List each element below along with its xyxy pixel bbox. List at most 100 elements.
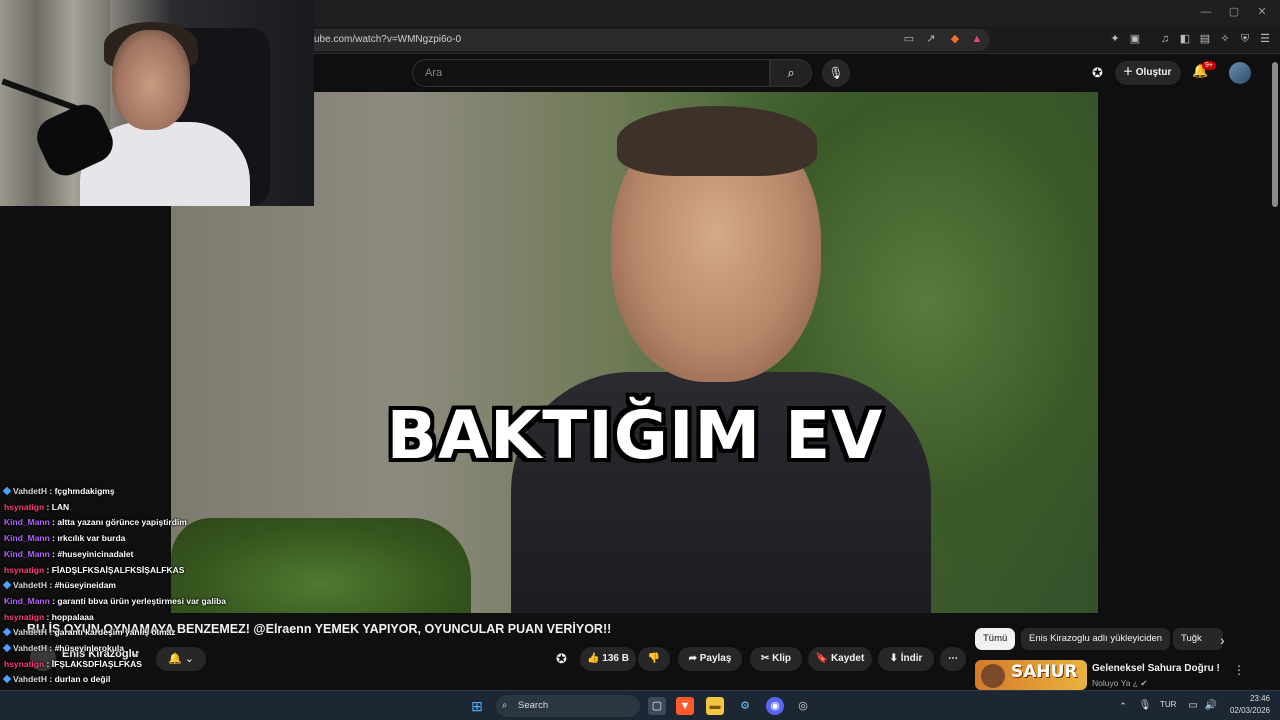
suggested-more-icon[interactable]: ⋮	[1233, 663, 1245, 677]
share-label: Paylaş	[699, 653, 732, 664]
premium-action-icon[interactable]: ✪	[556, 651, 567, 667]
chat-username: Kind_Mann	[4, 533, 50, 544]
search-button[interactable]: ⌕	[770, 59, 812, 87]
chat-username: hsynatign	[4, 658, 45, 669]
chat-text: durlan o değil	[54, 674, 111, 685]
chat-message: VahdetH : garantı kardeşim yanlış olmaz	[2, 625, 176, 640]
bookmark-icon: 🔖	[815, 653, 831, 664]
clip-button[interactable]: ✂ Klip	[750, 647, 802, 671]
chat-separator: :	[47, 627, 55, 638]
chat-badge-icon	[2, 628, 12, 637]
save-label: Kaydet	[830, 653, 865, 664]
chat-message: Kind_Mann : #huseyinicinadalet	[4, 547, 133, 562]
sidebar-icon[interactable]: ◧	[1178, 32, 1192, 46]
chat-message: hsynatign : FİADŞLFKSAİŞALFKSİŞALFKAS	[4, 563, 184, 578]
cast-icon[interactable]: ▭	[902, 32, 916, 46]
plus-icon: ＋	[1123, 67, 1136, 78]
chat-text: altta yazanı görünce yapiştirdim	[57, 517, 187, 528]
suggested-channel-name: Noluyo Ya ¿	[1092, 678, 1138, 688]
more-actions-button[interactable]: ⋯	[940, 647, 966, 671]
chip-uploader[interactable]: Enis Kirazoglu adlı yükleyiciden	[1021, 628, 1171, 650]
download-icon: ⬇	[889, 653, 901, 664]
avatar[interactable]	[1229, 62, 1251, 84]
chat-username: VahdetH	[13, 674, 48, 685]
discord-icon[interactable]: ◉	[766, 697, 784, 715]
chat-username: VahdetH	[13, 580, 48, 591]
tray-mic-icon[interactable]: 🎙	[1136, 697, 1154, 715]
input-language[interactable]: TUR	[1160, 700, 1176, 709]
chat-username: Kind_Mann	[4, 595, 50, 606]
tray-chevron-up-icon[interactable]: ⌃	[1114, 697, 1132, 715]
premium-icon[interactable]: ✪	[1092, 65, 1103, 81]
chat-text: fçghmdakigmş	[54, 486, 115, 496]
volume-icon[interactable]: 🔊	[1202, 697, 1220, 715]
restore-icon[interactable]: ▢	[1226, 4, 1242, 20]
chip-all[interactable]: Tümü	[975, 628, 1016, 650]
share-icon: ➦	[688, 653, 700, 664]
webcam-overlay	[0, 0, 314, 206]
chevron-right-icon[interactable]: ›	[1220, 632, 1225, 648]
file-explorer-icon[interactable]: ▬	[706, 697, 724, 715]
chat-text: ırkcılık var burda	[57, 533, 126, 544]
chat-username: VahdetH	[13, 486, 48, 496]
brave-shield-icon[interactable]: ◆	[948, 32, 962, 46]
chat-username: VahdetH	[13, 643, 48, 653]
share-page-icon[interactable]: ↗	[924, 32, 938, 46]
notification-badge: 9+	[1202, 61, 1216, 70]
minimize-icon[interactable]: —	[1198, 4, 1214, 20]
chat-text: #huseyinicinadalet	[57, 548, 134, 559]
extensions-icon[interactable]: ✦	[1108, 32, 1122, 46]
dislike-button[interactable]: 👎	[638, 647, 670, 671]
create-button[interactable]: ＋ Oluştur	[1115, 61, 1181, 85]
chat-username: Kind_Mann	[4, 548, 50, 559]
video-frame-person	[511, 106, 931, 613]
clip-label: Klip	[772, 653, 792, 664]
windows-taskbar: ⊞ ⌕ Search ▢ ▼ ▬ ⚙ ◉ ◎ ⌃ 🎙 TUR ▭ 🔊 23:46 …	[0, 690, 1280, 720]
create-label: Oluştur	[1135, 67, 1172, 78]
chat-message: hsynatign : LAN	[4, 500, 69, 515]
brave-rewards-icon[interactable]: ▲	[970, 32, 984, 46]
ellipsis-icon: ⋯	[948, 653, 958, 664]
settings-gear-icon[interactable]: ⚙	[736, 697, 754, 715]
chat-username: Kind_Mann	[4, 517, 50, 528]
close-icon[interactable]: ✕	[1254, 4, 1270, 20]
obs-icon[interactable]: ◎	[794, 697, 812, 715]
vpn-icon[interactable]: ⛨	[1238, 32, 1252, 46]
scrollbar-thumb[interactable]	[1272, 62, 1278, 207]
chat-separator: :	[44, 658, 52, 669]
clock-date[interactable]: 02/03/2026	[1226, 706, 1270, 715]
chat-badge-icon	[2, 675, 12, 684]
chat-message: Kind_Mann : garanti bbva ürün yerleştirm…	[4, 594, 226, 609]
screenshot-icon[interactable]: ▣	[1128, 32, 1142, 46]
page-scrollbar[interactable]	[1270, 54, 1280, 690]
like-button[interactable]: 👍 136 B	[580, 647, 636, 671]
taskbar-search[interactable]: ⌕ Search	[496, 695, 640, 717]
suggested-video-title[interactable]: Geleneksel Sahura Doğru !	[1092, 663, 1220, 674]
suggested-video-thumbnail[interactable]: SAHUR	[975, 660, 1087, 690]
media-icon[interactable]: ♫	[1158, 32, 1172, 46]
save-button[interactable]: 🔖 Kaydet	[808, 647, 872, 671]
video-caption: BAKTIĞIM EV	[386, 397, 884, 474]
chat-separator: :	[47, 643, 55, 653]
network-icon[interactable]: ▭	[1184, 697, 1202, 715]
brave-browser-icon[interactable]: ▼	[676, 697, 694, 715]
chip-more[interactable]: Tuğk	[1173, 628, 1223, 650]
share-button[interactable]: ➦ Paylaş	[678, 647, 742, 671]
voice-search-button[interactable]: 🎙	[822, 59, 850, 87]
download-button[interactable]: ⬇ İndir	[878, 647, 934, 671]
url-field[interactable]: ube.com/watch?v=WMNgzpi6o-0	[300, 29, 990, 51]
windows-start-icon[interactable]: ⊞	[468, 697, 486, 715]
leo-ai-icon[interactable]: ✧	[1218, 32, 1232, 46]
chat-text: FİADŞLFKSAİŞALFKSİŞALFKAS	[51, 564, 185, 575]
chat-separator: :	[44, 611, 52, 622]
scissors-icon: ✂	[760, 653, 773, 664]
task-view-icon[interactable]: ▢	[648, 697, 666, 715]
menu-icon[interactable]: ☰	[1258, 32, 1272, 46]
chat-text: #hüseyineidam	[54, 580, 116, 591]
clock-time[interactable]: 23:46	[1240, 694, 1270, 703]
chat-text: İFŞLAKSDFİAŞLFKAS	[51, 658, 142, 669]
chat-message: VahdetH : #hüseyinlerokula	[2, 641, 124, 656]
search-input[interactable]: Ara	[412, 59, 770, 87]
chat-message: Kind_Mann : altta yazanı görünce yapişti…	[4, 515, 187, 530]
wallet-icon[interactable]: ▤	[1198, 32, 1212, 46]
